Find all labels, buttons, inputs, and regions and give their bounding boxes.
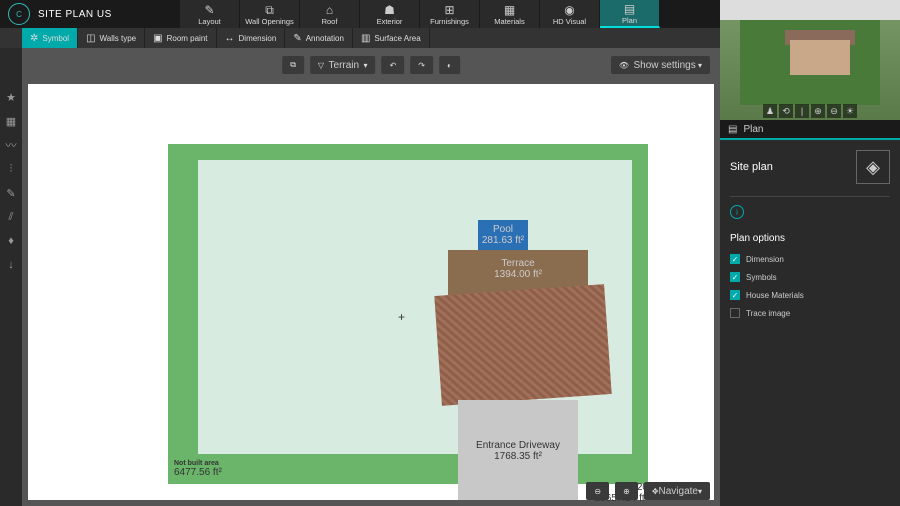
lot-area[interactable]: Pool 281.63 ft² Terrace 1394.00 ft² Entr… xyxy=(168,144,648,484)
layer-dropdown[interactable]: ▽ Terrain ▾ xyxy=(310,56,376,74)
left-tool-5[interactable]: ⫽ xyxy=(4,210,18,224)
ribbon-roof[interactable]: ⌂Roof xyxy=(300,0,360,28)
buildable-area[interactable]: Pool 281.63 ft² Terrace 1394.00 ft² Entr… xyxy=(198,160,632,454)
preview-person-icon[interactable]: ♟ xyxy=(763,104,777,118)
canvas-bottom-controls: ⊖ ⊕ ✥ Navigate ▾ xyxy=(586,482,710,500)
sub-toolbar: ✲Symbol◫Walls type▣Room paint↔Dimension✎… xyxy=(0,28,720,48)
room paint-icon: ▣ xyxy=(153,33,162,44)
center-marker: + xyxy=(398,310,405,324)
checkbox-icon xyxy=(730,308,740,318)
walls type-icon: ◫ xyxy=(86,33,95,44)
terrace-label: Terrace xyxy=(448,258,588,269)
left-tool-0[interactable]: ★ xyxy=(4,90,18,104)
left-tool-2[interactable]: 〰 xyxy=(4,138,18,152)
terrace-value: 1394.00 ft² xyxy=(448,269,588,280)
project-title: SITE PLAN US xyxy=(38,9,112,20)
driveway-area[interactable]: Entrance Driveway 1768.35 ft² xyxy=(458,400,578,500)
show-settings-button[interactable]: 👁 Show settings ▾ xyxy=(611,56,710,74)
layer-label: Terrain xyxy=(329,60,360,71)
option-house-materials[interactable]: ✓House Materials xyxy=(730,290,890,300)
left-tool-strip: ★ ▦ 〰 ⫶ ✎ ⫽ ♦ ↓ xyxy=(0,84,22,506)
dimension-icon: ↔ xyxy=(225,33,235,44)
driveway-label: Entrance Driveway xyxy=(458,440,578,451)
ribbon-furnishings[interactable]: ⊞Furnishings xyxy=(420,0,480,28)
siteplan-icon[interactable]: ◈ xyxy=(856,150,890,184)
undo-button[interactable]: ↶ xyxy=(382,56,405,74)
checkbox-icon: ✓ xyxy=(730,254,740,264)
plan-paper[interactable]: Pool 281.63 ft² Terrace 1394.00 ft² Entr… xyxy=(28,84,714,500)
preview-orbit-icon[interactable]: ⟲ xyxy=(779,104,793,118)
contrast-button[interactable]: ◐ xyxy=(439,56,460,74)
right-panel: ♟ ⟲ | ⊕ ⊖ ☀ ▤ Plan Site plan ◈ i Plan op… xyxy=(720,0,900,506)
preview-zoom-out-icon[interactable]: ⊖ xyxy=(827,104,841,118)
redo-button[interactable]: ↷ xyxy=(410,56,433,74)
subtool-annotation[interactable]: ✎Annotation xyxy=(285,28,353,48)
option-dimension[interactable]: ✓Dimension xyxy=(730,254,890,264)
option-trace-image[interactable]: Trace image xyxy=(730,308,890,318)
surface area-icon: ▥ xyxy=(361,33,370,44)
snap-toggle[interactable]: ⧉ xyxy=(282,56,304,74)
panel-tabs: ▤ Plan xyxy=(720,120,900,140)
not-built-label: Not built area 6477.56 ft² xyxy=(174,460,222,478)
ribbon-materials[interactable]: ▦Materials xyxy=(480,0,540,28)
symbol-icon: ✲ xyxy=(30,33,38,44)
left-tool-3[interactable]: ⫶ xyxy=(4,162,18,176)
plan-tab-label[interactable]: Plan xyxy=(743,124,763,135)
wall openings-icon: ⧉ xyxy=(265,3,274,15)
roof-icon: ⌂ xyxy=(326,3,333,15)
zoom-out-button[interactable]: ⊖ xyxy=(586,482,609,500)
left-tool-6[interactable]: ♦ xyxy=(4,234,18,248)
preview-zoom-in-icon[interactable]: ⊕ xyxy=(811,104,825,118)
ribbon-layout[interactable]: ✎Layout xyxy=(180,0,240,28)
navigate-label: Navigate xyxy=(659,486,698,497)
materials-icon: ▦ xyxy=(504,3,515,15)
pool-label: Pool xyxy=(478,224,528,235)
navigate-dropdown[interactable]: ✥ Navigate ▾ xyxy=(644,482,710,500)
hd visual-icon: ◉ xyxy=(564,3,574,15)
layout-icon: ✎ xyxy=(204,3,214,15)
subtool-room-paint[interactable]: ▣Room paint xyxy=(145,28,216,48)
panel-title: Site plan xyxy=(730,161,773,173)
house-roof[interactable] xyxy=(434,284,611,406)
driveway-value: 1768.35 ft² xyxy=(458,451,578,462)
left-tool-4[interactable]: ✎ xyxy=(4,186,18,200)
show-settings-label: Show settings xyxy=(633,60,695,71)
ribbon-wall-openings[interactable]: ⧉Wall Openings xyxy=(240,0,300,28)
preview-3d[interactable]: ♟ ⟲ | ⊕ ⊖ ☀ xyxy=(720,0,900,120)
pool-area[interactable]: Pool 281.63 ft² xyxy=(478,220,528,250)
checkbox-icon: ✓ xyxy=(730,290,740,300)
subtool-symbol[interactable]: ✲Symbol xyxy=(22,28,78,48)
options-heading: Plan options xyxy=(730,233,890,244)
pool-value: 281.63 ft² xyxy=(478,235,528,246)
canvas-area: ⧉ ▽ Terrain ▾ ↶ ↷ ◐ 👁 Show settings ▾ Po… xyxy=(22,48,720,506)
info-icon[interactable]: i xyxy=(730,205,744,219)
left-tool-1[interactable]: ▦ xyxy=(4,114,18,128)
preview-tools: ♟ ⟲ | ⊕ ⊖ ☀ xyxy=(763,104,857,118)
plan-tab-icon[interactable]: ▤ xyxy=(728,124,737,135)
canvas-top-controls: ⧉ ▽ Terrain ▾ ↶ ↷ ◐ xyxy=(282,56,460,74)
left-tool-7[interactable]: ↓ xyxy=(4,258,18,272)
furnishings-icon: ⊞ xyxy=(444,3,454,15)
exterior-icon: ☗ xyxy=(384,3,395,15)
app-logo: C xyxy=(8,3,30,25)
annotation-icon: ✎ xyxy=(293,33,301,44)
main-ribbon: ✎Layout⧉Wall Openings⌂Roof☗Exterior⊞Furn… xyxy=(180,0,660,28)
plan-icon: ▤ xyxy=(624,2,635,14)
option-symbols[interactable]: ✓Symbols xyxy=(730,272,890,282)
subtool-surface-area[interactable]: ▥Surface Area xyxy=(353,28,430,48)
ribbon-hd-visual[interactable]: ◉HD Visual xyxy=(540,0,600,28)
subtool-walls-type[interactable]: ◫Walls type xyxy=(78,28,145,48)
ribbon-plan[interactable]: ▤Plan xyxy=(600,0,660,28)
checkbox-icon: ✓ xyxy=(730,272,740,282)
preview-divider: | xyxy=(795,104,809,118)
subtool-dimension[interactable]: ↔Dimension xyxy=(217,28,286,48)
preview-sun-icon[interactable]: ☀ xyxy=(843,104,857,118)
zoom-in-button[interactable]: ⊕ xyxy=(615,482,638,500)
ribbon-exterior[interactable]: ☗Exterior xyxy=(360,0,420,28)
panel-body: Site plan ◈ i Plan options ✓Dimension ✓Sy… xyxy=(720,140,900,506)
